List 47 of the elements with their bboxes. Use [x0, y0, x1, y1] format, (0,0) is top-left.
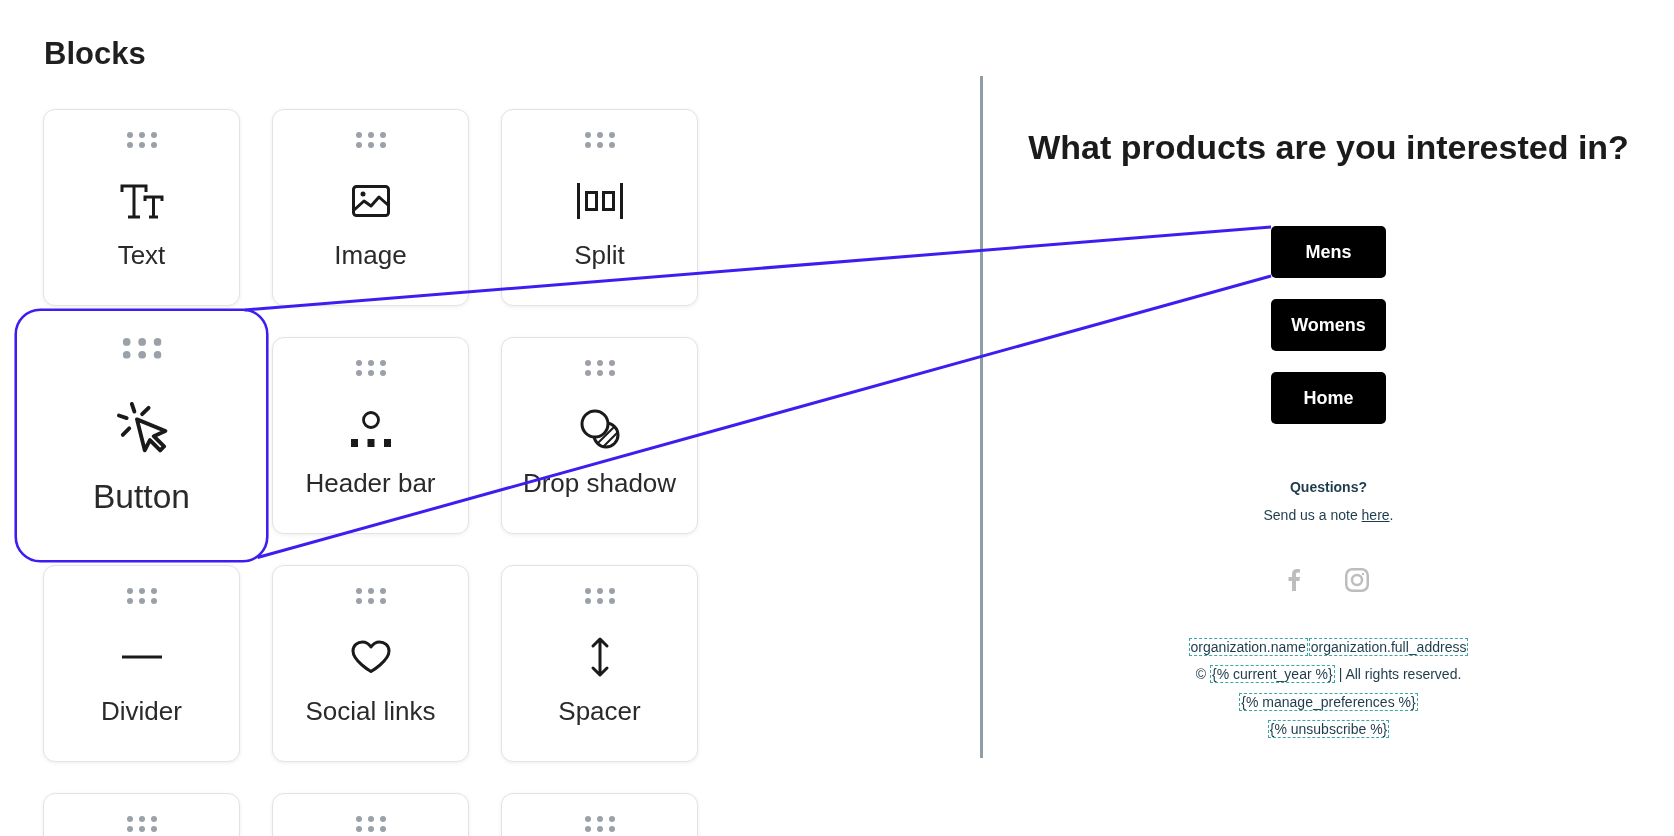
merge-tag: {% manage_preferences %} — [1239, 692, 1418, 711]
drag-handle-icon — [584, 588, 615, 604]
heart-icon — [350, 640, 391, 674]
drag-handle-icon — [584, 132, 615, 148]
block-tile[interactable]: Spacer — [501, 565, 698, 762]
drag-handle-icon — [355, 360, 386, 376]
choice-button[interactable]: Home — [1271, 372, 1386, 424]
drag-handle-icon — [126, 132, 157, 148]
drag-handle-icon — [126, 816, 157, 832]
merge-tag: {% unsubscribe %} — [1267, 720, 1390, 739]
choice-button[interactable]: Mens — [1271, 226, 1386, 278]
here-link[interactable]: here — [1361, 507, 1390, 523]
block-tile[interactable]: Text — [43, 109, 240, 306]
drag-handle-icon — [355, 816, 386, 832]
choice-button[interactable]: Womens — [1271, 299, 1386, 351]
block-tile[interactable]: Split — [501, 109, 698, 306]
vertical-arrows-icon — [589, 636, 610, 678]
drag-handle-icon — [355, 132, 386, 148]
drag-handle-icon — [584, 816, 615, 832]
facebook-icon[interactable] — [1288, 569, 1301, 591]
merge-tag: {% current_year %} — [1210, 665, 1335, 684]
horizontal-line-icon — [121, 655, 162, 659]
footer-text: | All rights reserved. — [1337, 666, 1463, 683]
drop-shadow-icon — [579, 409, 620, 449]
block-tile[interactable]: Header bar — [272, 337, 469, 534]
footer-text: © — [1194, 666, 1207, 683]
cursor-click-icon — [115, 401, 168, 453]
instagram-icon[interactable] — [1345, 568, 1369, 592]
block-tile[interactable]: Image — [272, 109, 469, 306]
block-tile[interactable]: Social links — [272, 565, 469, 762]
text-format-icon — [119, 183, 164, 219]
merge-tag: organization.name — [1188, 637, 1308, 656]
drag-handle-icon — [584, 360, 615, 376]
panel-title: Blocks — [44, 36, 146, 72]
note-text: Send us a note here. — [1263, 506, 1394, 525]
questions-label: Questions? — [1290, 478, 1367, 497]
drag-handle-icon — [355, 588, 386, 604]
drag-handle-icon — [126, 588, 157, 604]
email-heading: What products are you interested in? — [1028, 128, 1629, 167]
columns-icon — [576, 183, 623, 219]
block-tile[interactable]: Drop shadow — [501, 337, 698, 534]
block-tile[interactable]: Divider — [43, 565, 240, 762]
header-bar-icon — [350, 411, 391, 447]
drag-handle-icon — [122, 338, 161, 359]
block-tile[interactable]: Button — [14, 308, 269, 563]
merge-tag: organization.full_address — [1308, 637, 1469, 656]
image-icon — [351, 185, 390, 217]
